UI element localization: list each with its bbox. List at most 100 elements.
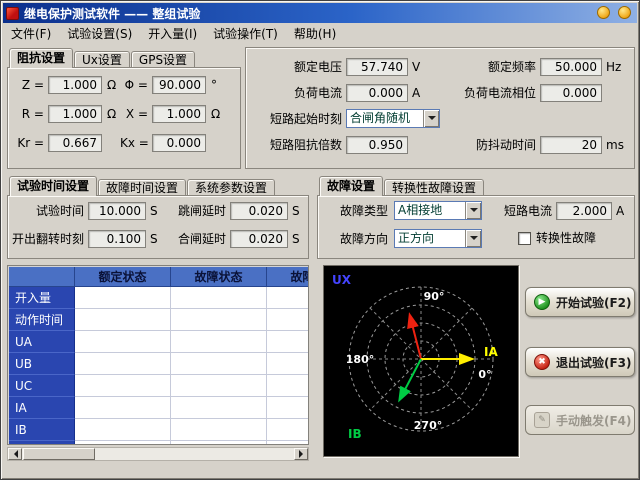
table-hscrollbar[interactable] <box>7 447 309 461</box>
table-cell <box>267 331 309 353</box>
impedance-ratio-label: 短路阻抗倍数 <box>248 136 342 154</box>
chevron-down-icon <box>428 116 436 124</box>
tab-test-time[interactable]: 试验时间设置 <box>9 176 97 196</box>
tab-impedance-settings[interactable]: 阻抗设置 <box>9 48 73 68</box>
table-cell <box>171 375 267 397</box>
row-label: UB <box>9 353 75 375</box>
label-90deg: 90° <box>424 290 445 303</box>
x-input[interactable]: 1.000 <box>152 105 206 123</box>
kx-input[interactable]: 0.000 <box>152 134 206 152</box>
scrollbar-thumb[interactable] <box>23 448 95 460</box>
convert-fault-checkbox[interactable] <box>518 232 531 245</box>
r-input[interactable]: 1.000 <box>48 105 102 123</box>
short-start-select[interactable]: 合闸角随机 <box>346 109 440 128</box>
label-180deg: 180° <box>346 353 374 366</box>
menu-input[interactable]: 开入量(I) <box>140 23 205 44</box>
phi-unit: ° <box>211 76 217 94</box>
play-icon: ▶ <box>534 294 550 310</box>
table-cell <box>171 331 267 353</box>
convert-fault-label: 转换性故障 <box>536 230 596 246</box>
row-label: 动作时间 <box>9 309 75 331</box>
short-current-label: 短路电流 <box>496 202 552 220</box>
phasor-plot: 90° 180° 0° 270° UX IA IB <box>323 265 519 457</box>
dropdown-button[interactable] <box>465 230 481 247</box>
short-current-unit: A <box>616 202 624 220</box>
table-cell <box>267 353 309 375</box>
dropdown-button[interactable] <box>423 110 439 127</box>
manual-trigger-icon: ✎ <box>534 412 550 428</box>
short-start-value: 合闸角随机 <box>350 111 421 126</box>
table-header-row: 额定状态 故障状态 故障转换 <box>9 267 309 287</box>
close-button[interactable] <box>618 6 631 19</box>
scroll-left-button[interactable] <box>8 448 22 460</box>
tab-ux-settings[interactable]: Ux设置 <box>74 51 130 67</box>
table-row: 开入量 <box>9 287 309 309</box>
dropdown-button[interactable] <box>465 202 481 219</box>
menu-help[interactable]: 帮助(H) <box>286 23 344 44</box>
menu-file[interactable]: 文件(F) <box>3 23 59 44</box>
table-cell <box>75 419 171 441</box>
flip-time-input[interactable]: 0.100 <box>88 230 146 248</box>
r-unit: Ω <box>107 105 116 123</box>
phi-input[interactable]: 90.000 <box>152 76 206 94</box>
label-ux: UX <box>332 273 352 287</box>
table-cell <box>267 419 309 441</box>
fault-direction-select[interactable]: 正方向 <box>394 229 482 248</box>
trip-delay-input[interactable]: 0.020 <box>230 202 288 220</box>
load-phase-input[interactable]: 0.000 <box>540 84 602 102</box>
fault-direction-value: 正方向 <box>398 231 463 246</box>
rated-voltage-input[interactable]: 57.740 <box>346 58 408 76</box>
tab-fault-settings[interactable]: 故障设置 <box>319 176 383 196</box>
minimize-button[interactable] <box>597 6 610 19</box>
exit-test-label: 退出试验(F3) <box>556 354 632 371</box>
tab-convert-fault-settings[interactable]: 转换性故障设置 <box>384 179 484 195</box>
kr-input[interactable]: 0.667 <box>48 134 102 152</box>
table-cell <box>267 375 309 397</box>
table-row: IC <box>9 441 309 445</box>
table-row: 动作时间 <box>9 309 309 331</box>
time-panel: 试验时间设置 故障时间设置 系统参数设置 试验时间 10.000 S 跳闸延时 … <box>7 175 309 259</box>
table-cell <box>75 375 171 397</box>
rated-freq-input[interactable]: 50.000 <box>540 58 602 76</box>
table-cell <box>267 441 309 445</box>
row-label: IC <box>9 441 75 445</box>
scroll-right-button[interactable] <box>294 448 308 460</box>
load-current-label: 负荷电流 <box>248 84 342 102</box>
table-cell <box>171 397 267 419</box>
menu-test-operation[interactable]: 试验操作(T) <box>205 23 286 44</box>
debounce-input[interactable]: 20 <box>540 136 602 154</box>
tab-system-params[interactable]: 系统参数设置 <box>187 179 275 195</box>
tab-fault-time[interactable]: 故障时间设置 <box>98 179 186 195</box>
test-time-input[interactable]: 10.000 <box>88 202 146 220</box>
z-label: Z = <box>14 76 44 94</box>
menu-test-settings[interactable]: 试验设置(S) <box>59 23 140 44</box>
manual-trigger-label: 手动触发(F4) <box>556 412 632 429</box>
rated-freq-unit: Hz <box>606 58 621 76</box>
impedance-ratio-input[interactable]: 0.950 <box>346 136 408 154</box>
table-row: UB <box>9 353 309 375</box>
label-ia: IA <box>484 345 498 359</box>
label-0deg: 0° <box>478 368 491 381</box>
short-current-input[interactable]: 2.000 <box>556 202 612 220</box>
fault-panel: 故障设置 转换性故障设置 故障类型 A相接地 短路电流 2.000 A 故障方向… <box>317 175 635 259</box>
table-cell <box>171 287 267 309</box>
tab-gps-settings[interactable]: GPS设置 <box>131 51 195 67</box>
short-start-label: 短路起始时刻 <box>248 110 342 128</box>
chevron-down-icon <box>470 208 478 216</box>
fault-type-value: A相接地 <box>398 203 463 218</box>
row-label: IB <box>9 419 75 441</box>
z-input[interactable]: 1.000 <box>48 76 102 94</box>
table-row: IA <box>9 397 309 419</box>
load-current-input[interactable]: 0.000 <box>346 84 408 102</box>
fault-type-select[interactable]: A相接地 <box>394 201 482 220</box>
close-delay-label: 合闸延时 <box>164 230 226 248</box>
table-cell <box>171 309 267 331</box>
close-delay-input[interactable]: 0.020 <box>230 230 288 248</box>
phi-label: Φ = <box>120 76 148 94</box>
start-test-button[interactable]: ▶ 开始试验(F2) <box>525 287 635 317</box>
z-unit: Ω <box>107 76 116 94</box>
rated-voltage-unit: V <box>412 58 420 76</box>
load-current-unit: A <box>412 84 420 102</box>
status-table: 额定状态 故障状态 故障转换 开入量 动作时间 UA UB UC <box>7 265 309 445</box>
exit-test-button[interactable]: ✖ 退出试验(F3) <box>525 347 635 377</box>
